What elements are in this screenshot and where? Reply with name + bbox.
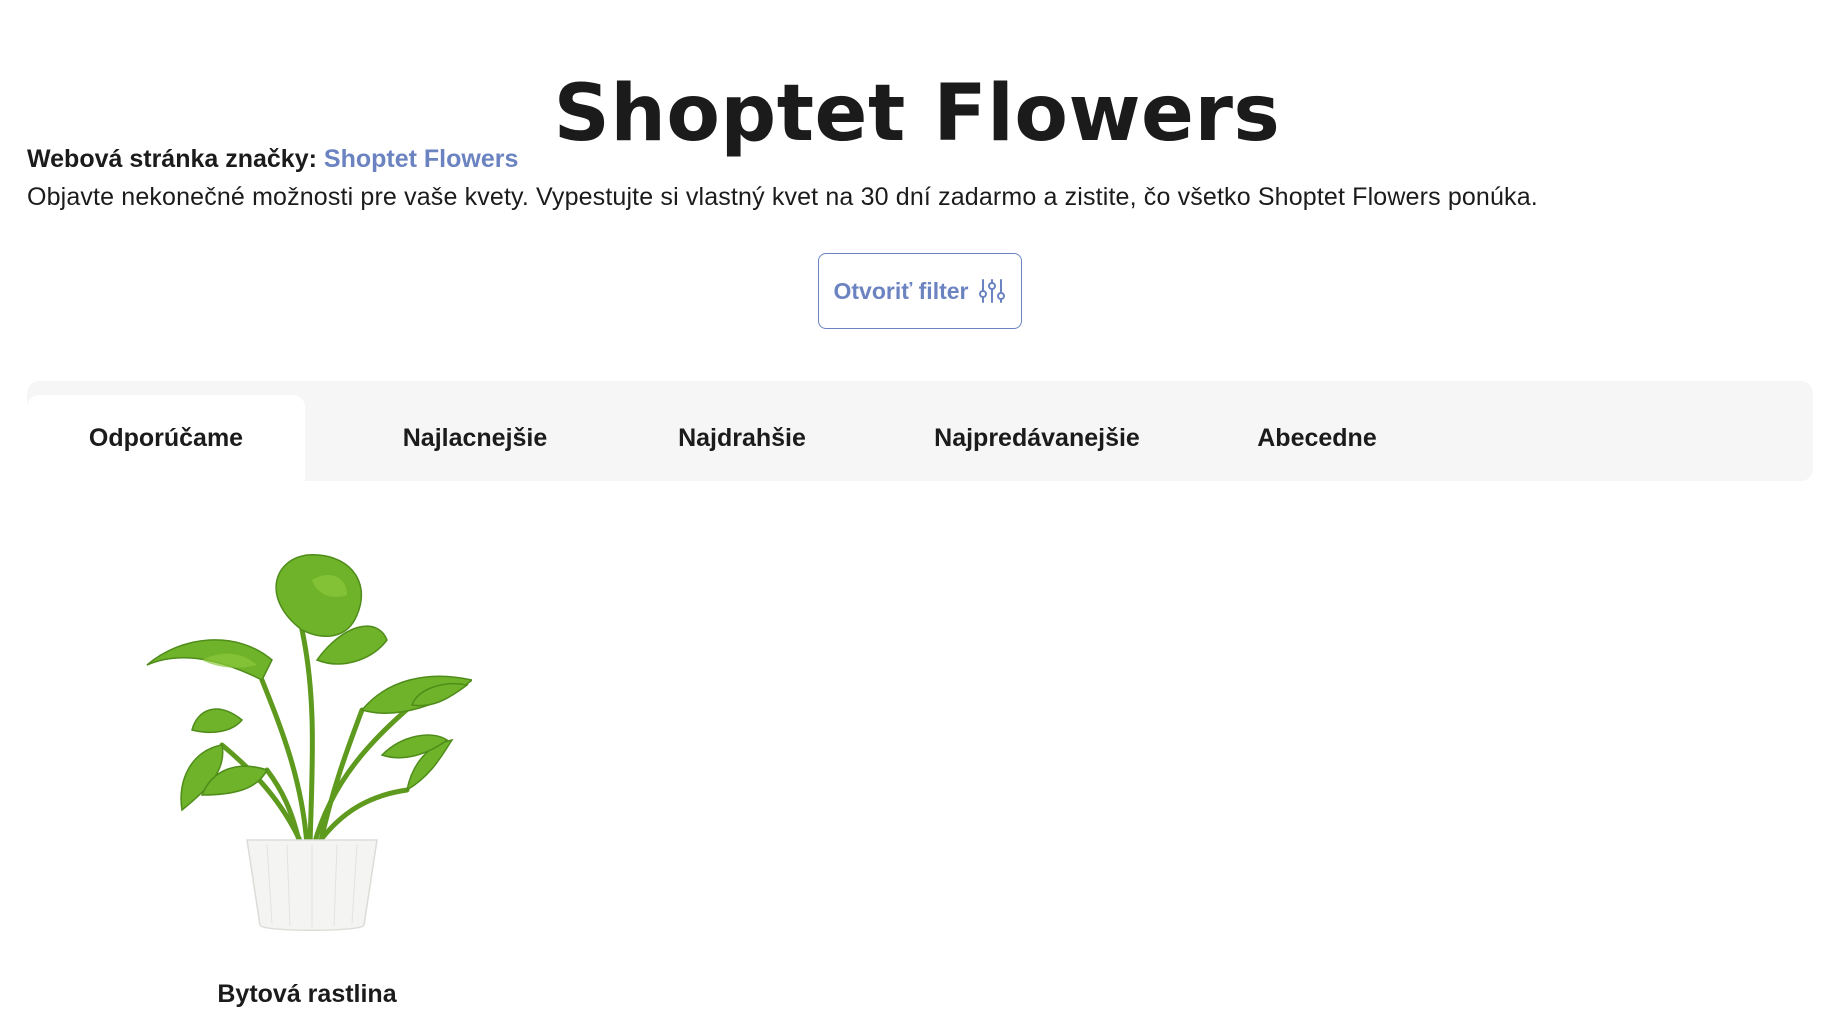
product-name[interactable]: Bytová rastlina bbox=[142, 980, 472, 1009]
product-card[interactable]: Bytová rastlina bbox=[142, 540, 472, 1008]
tab-most-expensive[interactable]: Najdrahšie bbox=[627, 395, 857, 481]
open-filter-button[interactable]: Otvoriť filter bbox=[818, 253, 1022, 329]
product-image[interactable] bbox=[142, 540, 472, 940]
open-filter-label: Otvoriť filter bbox=[833, 277, 969, 304]
tab-cheapest[interactable]: Najlacnejšie bbox=[357, 395, 593, 481]
tab-best-selling[interactable]: Najpredávanejšie bbox=[897, 395, 1177, 481]
brand-description: Objavte nekonečné možnosti pre vaše kvet… bbox=[27, 183, 1538, 211]
tab-recommended[interactable]: Odporúčame bbox=[27, 395, 305, 481]
brand-website-label: Webová stránka značky: bbox=[27, 145, 317, 173]
brand-website-link[interactable]: Shoptet Flowers bbox=[324, 145, 518, 173]
sliders-icon bbox=[978, 277, 1006, 305]
sort-tabs: Odporúčame Najlacnejšie Najdrahšie Najpr… bbox=[27, 381, 1813, 481]
tab-alphabetical[interactable]: Abecedne bbox=[1207, 395, 1427, 481]
brand-website-line: Webová stránka značky: Shoptet Flowers bbox=[27, 143, 518, 175]
